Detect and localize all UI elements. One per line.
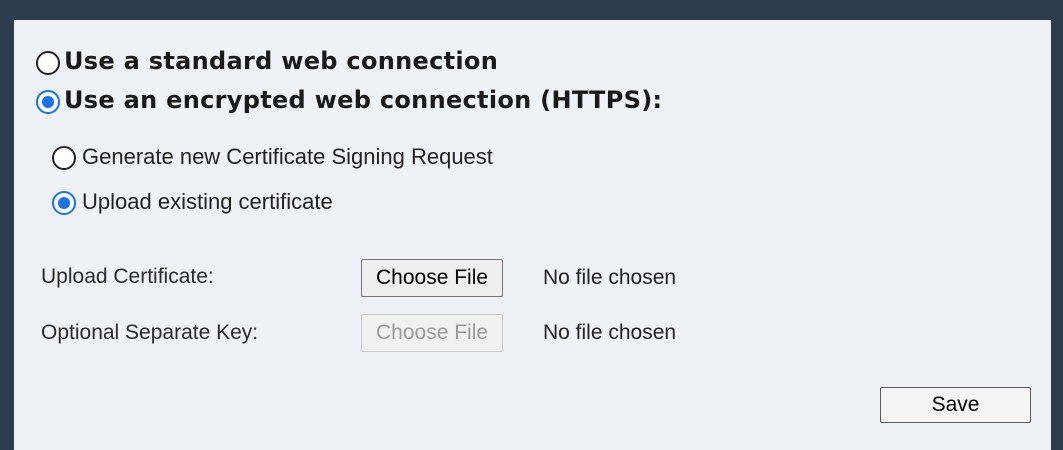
radio-generate-csr[interactable]: [52, 146, 76, 170]
label-https-connection[interactable]: Use an encrypted web connection (HTTPS):: [64, 86, 662, 114]
radio-standard-connection[interactable]: [36, 51, 60, 75]
https-settings-panel: Use a standard web connection Use an enc…: [14, 20, 1051, 450]
label-upload-existing[interactable]: Upload existing certificate: [82, 189, 333, 215]
upload-certificate-label: Upload Certificate:: [41, 265, 214, 288]
label-generate-csr[interactable]: Generate new Certificate Signing Request: [82, 144, 493, 170]
label-standard-connection[interactable]: Use a standard web connection: [64, 47, 498, 75]
window-frame: Use a standard web connection Use an enc…: [0, 0, 1063, 450]
upload-certificate-choose-file-button[interactable]: Choose File: [361, 259, 504, 297]
optional-key-status: No file chosen: [543, 321, 677, 344]
optional-key-choose-file-button[interactable]: Choose File: [361, 314, 504, 352]
save-button[interactable]: Save: [880, 387, 1031, 423]
radio-upload-existing[interactable]: [52, 191, 76, 215]
radio-https-connection[interactable]: [36, 90, 60, 114]
upload-certificate-status: No file chosen: [543, 266, 677, 289]
optional-key-label: Optional Separate Key:: [41, 321, 259, 344]
